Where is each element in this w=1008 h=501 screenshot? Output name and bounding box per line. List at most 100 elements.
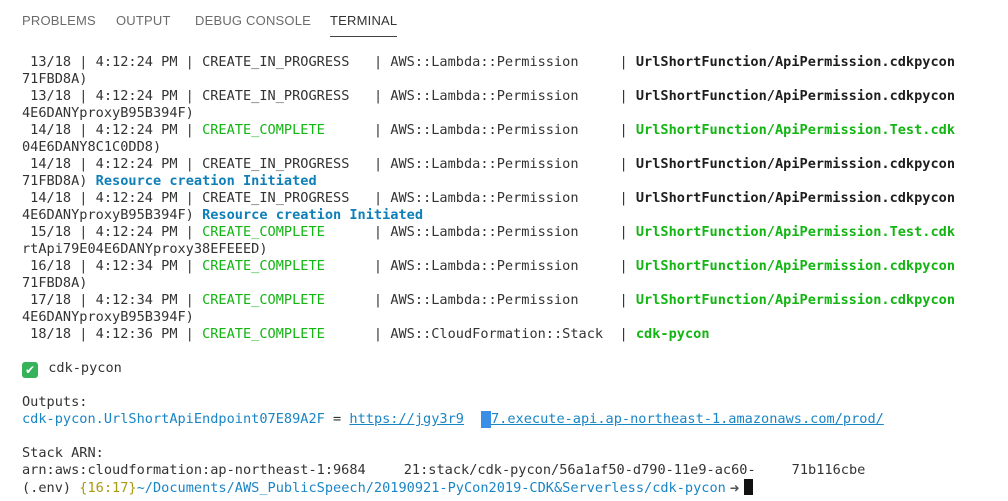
event-row: 14/18 | 4:12:24 PM | CREATE_IN_PROGRESS …	[22, 156, 955, 173]
stack-arn-value: arn:aws:cloudformation:ap-northeast-1:96…	[22, 462, 865, 479]
event-progress-time: 14/18 | 4:12:24 PM |	[22, 122, 203, 138]
event-separator: |	[324, 326, 391, 342]
tab-problems[interactable]: PROBLEMS	[22, 13, 96, 28]
success-stack-name: cdk-pycon	[48, 360, 122, 376]
event-separator: |	[324, 224, 391, 240]
check-mark-icon: ✔	[22, 362, 38, 378]
event-resource-type: AWS::Lambda::Permission	[390, 258, 579, 274]
outputs-label: Outputs:	[22, 394, 88, 410]
shell-prompt[interactable]: (.env) {16:17}~/Documents/AWS_PublicSpee…	[22, 479, 753, 496]
event-progress-time: 13/18 | 4:12:24 PM |	[22, 54, 203, 70]
event-physical-id-tail: 4E6DANYproxyB95B394F)	[22, 105, 194, 121]
event-resource-type: AWS::CloudFormation::Stack	[390, 326, 604, 342]
event-resource-type: AWS::Lambda::Permission	[390, 54, 579, 70]
event-note: Resource creation Initiated	[202, 207, 424, 223]
event-separator: |	[349, 190, 391, 206]
arn-part-2: 21:stack/cdk-pycon/56a1af50-d790-11e9-ac…	[403, 462, 756, 478]
output-endpoint-line: cdk-pycon.UrlShortApiEndpoint07E89A2F = …	[22, 411, 884, 428]
event-separator: |	[324, 258, 391, 274]
terminal-output[interactable]: 13/18 | 4:12:24 PM | CREATE_IN_PROGRESS …	[0, 44, 1008, 501]
event-status: CREATE_IN_PROGRESS	[202, 156, 350, 172]
event-status: CREATE_COMPLETE	[202, 292, 325, 308]
event-row: 15/18 | 4:12:24 PM | CREATE_COMPLETE | A…	[22, 224, 955, 241]
event-separator: |	[578, 122, 636, 138]
event-progress-time: 15/18 | 4:12:24 PM |	[22, 224, 203, 240]
event-row-continuation: 4E6DANYproxyB95B394F)	[22, 105, 194, 122]
event-resource-type: AWS::Lambda::Permission	[390, 190, 579, 206]
event-separator: |	[578, 156, 636, 172]
event-separator: |	[578, 54, 636, 70]
event-status: CREATE_COMPLETE	[202, 326, 325, 342]
event-progress-time: 14/18 | 4:12:24 PM |	[22, 190, 203, 206]
prompt-time: {16:17}	[79, 480, 137, 496]
event-logical-id: UrlShortFunction/ApiPermission.cdkpycon	[635, 156, 956, 172]
event-separator: |	[578, 88, 636, 104]
event-row: 18/18 | 4:12:36 PM | CREATE_COMPLETE | A…	[22, 326, 710, 343]
endpoint-url-link-part1[interactable]: https://jgy3r9	[349, 411, 464, 427]
event-logical-id: UrlShortFunction/ApiPermission.cdkpycon	[635, 88, 956, 104]
output-key-name: UrlShortApiEndpoint07E89A2F	[103, 411, 325, 427]
event-status: CREATE_IN_PROGRESS	[202, 190, 350, 206]
event-logical-id: UrlShortFunction/ApiPermission.cdkpycon	[635, 258, 956, 274]
event-logical-id: UrlShortFunction/ApiPermission.Test.cdk	[635, 224, 956, 240]
event-separator: |	[578, 292, 636, 308]
event-separator: |	[324, 292, 391, 308]
event-physical-id-tail: 71FBD8A)	[22, 275, 88, 291]
event-resource-type: AWS::Lambda::Permission	[390, 88, 579, 104]
event-row-continuation: 71FBD8A) Resource creation Initiated	[22, 173, 317, 190]
tab-debug-console[interactable]: DEBUG CONSOLE	[195, 13, 311, 28]
event-physical-id-tail: rtApi79E04E6DANYproxy38EFEEED)	[22, 241, 268, 257]
event-status: CREATE_IN_PROGRESS	[202, 88, 350, 104]
event-row: 17/18 | 4:12:34 PM | CREATE_COMPLETE | A…	[22, 292, 955, 309]
event-physical-id-tail: 4E6DANYproxyB95B394F)	[22, 207, 203, 223]
tab-output[interactable]: OUTPUT	[116, 13, 171, 28]
event-physical-id-tail: 71FBD8A)	[22, 71, 88, 87]
event-resource-type: AWS::Lambda::Permission	[390, 292, 579, 308]
event-row: 13/18 | 4:12:24 PM | CREATE_IN_PROGRESS …	[22, 54, 955, 71]
prompt-arrow-icon: ➜	[725, 481, 744, 495]
event-progress-time: 18/18 | 4:12:36 PM |	[22, 326, 203, 342]
prompt-venv: (.env)	[22, 480, 80, 496]
prompt-path: ~/Documents/AWS_PublicSpeech/20190921-Py…	[136, 480, 726, 496]
event-resource-type: AWS::Lambda::Permission	[390, 224, 579, 240]
event-logical-id: UrlShortFunction/ApiPermission.cdkpycon	[635, 292, 956, 308]
event-status: CREATE_COMPLETE	[202, 122, 325, 138]
event-separator: |	[578, 258, 636, 274]
event-row-continuation: 71FBD8A)	[22, 71, 87, 88]
event-physical-id-tail: 4E6DANYproxyB95B394F)	[22, 309, 194, 325]
selection-highlight	[480, 411, 491, 428]
event-logical-id: UrlShortFunction/ApiPermission.cdkpycon	[635, 54, 956, 70]
event-note: Resource creation Initiated	[95, 173, 317, 189]
event-physical-id-tail: 04E6DANY8C1C0DD8)	[22, 139, 162, 155]
event-separator: |	[324, 122, 391, 138]
event-progress-time: 13/18 | 4:12:24 PM |	[22, 88, 203, 104]
output-equals: =	[324, 411, 350, 427]
event-physical-id-tail: 71FBD8A)	[22, 173, 96, 189]
event-logical-id: cdk-pycon	[635, 326, 710, 342]
event-row: 14/18 | 4:12:24 PM | CREATE_IN_PROGRESS …	[22, 190, 955, 207]
stack-arn-label: Stack ARN:	[22, 445, 104, 461]
event-row: 14/18 | 4:12:24 PM | CREATE_COMPLETE | A…	[22, 122, 955, 139]
event-status: CREATE_COMPLETE	[202, 258, 325, 274]
event-separator: |	[603, 326, 636, 342]
event-progress-time: 16/18 | 4:12:34 PM |	[22, 258, 203, 274]
tab-terminal[interactable]: TERMINAL	[330, 13, 398, 37]
event-resource-type: AWS::Lambda::Permission	[390, 156, 579, 172]
event-status: CREATE_IN_PROGRESS	[202, 54, 350, 70]
event-logical-id: UrlShortFunction/ApiPermission.cdkpycon	[635, 190, 956, 206]
event-row: 16/18 | 4:12:34 PM | CREATE_COMPLETE | A…	[22, 258, 955, 275]
event-row-continuation: 71FBD8A)	[22, 275, 87, 292]
panel-tab-bar: PROBLEMS OUTPUT DEBUG CONSOLE TERMINAL	[0, 0, 1008, 44]
event-separator: |	[349, 88, 391, 104]
event-logical-id: UrlShortFunction/ApiPermission.Test.cdk	[635, 122, 956, 138]
endpoint-url-link-part2[interactable]: 7.execute-api.ap-northeast-1.amazonaws.c…	[491, 411, 884, 427]
event-resource-type: AWS::Lambda::Permission	[390, 122, 579, 138]
event-progress-time: 17/18 | 4:12:34 PM |	[22, 292, 203, 308]
event-progress-time: 14/18 | 4:12:24 PM |	[22, 156, 203, 172]
event-separator: |	[578, 190, 636, 206]
arn-part-1: arn:aws:cloudformation:ap-northeast-1:96…	[22, 462, 366, 478]
event-row-continuation: 04E6DANY8C1C0DD8)	[22, 139, 161, 156]
output-key-stack: cdk-pycon.	[22, 411, 104, 427]
success-line: ✔ cdk-pycon	[22, 360, 122, 378]
terminal-cursor	[743, 479, 753, 495]
